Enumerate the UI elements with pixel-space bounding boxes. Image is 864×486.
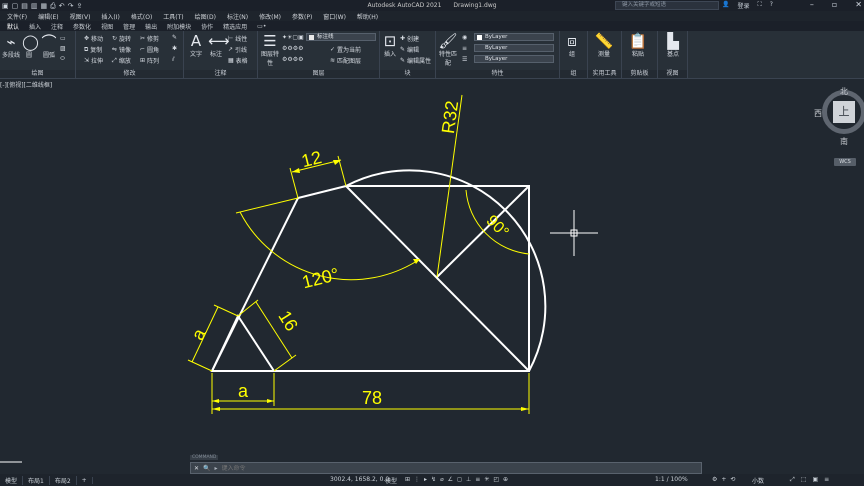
dim-text-16: 16 <box>274 307 302 335</box>
command-close-icon[interactable]: ✕ <box>194 465 199 472</box>
ext-line-120 <box>235 197 299 214</box>
arrow-78-left <box>212 407 220 411</box>
layout-tabs: 模型 布局1 布局2 + <box>0 474 93 486</box>
dim-text-r32: R32 <box>438 99 462 134</box>
dim-text-90: 90° <box>483 212 512 241</box>
ext-line-a-left-2 <box>213 304 239 317</box>
perpendicular-line <box>436 185 530 278</box>
autocad-window: ▣ ▢ ▤ ▥ ▦ ⎙ ↶ ↷ ⇪ Autodesk AutoCAD 2021 … <box>0 0 864 486</box>
layout-tab[interactable]: 布局1 <box>23 475 50 485</box>
command-input[interactable] <box>221 464 692 472</box>
dim-text-120: 120° <box>300 264 341 292</box>
ext-line-a-left-1 <box>187 359 213 372</box>
compass-west[interactable]: 西 <box>814 108 822 119</box>
arrow-a-left <box>212 399 219 403</box>
arrowheads <box>212 160 529 411</box>
command-search-icon[interactable]: 🔍 <box>203 465 210 472</box>
units-display[interactable]: 小数 <box>752 476 764 485</box>
workspace-icons[interactable]: ⚙+⟲ <box>712 476 739 483</box>
dimensions-layer <box>187 94 530 414</box>
command-prompt-icon[interactable]: ▸ <box>215 465 218 472</box>
arrow-a-right <box>267 399 274 403</box>
compass-south[interactable]: 南 <box>840 136 848 147</box>
geometry <box>210 169 547 372</box>
arrow-12-left <box>292 168 300 173</box>
annotation-scale[interactable]: 1:1 / 100% <box>655 476 688 483</box>
small-triangle <box>211 313 275 372</box>
dim-text-a-bottom: a <box>238 381 249 401</box>
dim-text-a-left: a <box>187 325 210 344</box>
command-line-label: COMMAND <box>190 455 219 460</box>
compass-north[interactable]: 北 <box>840 86 848 97</box>
ext-line-16-1 <box>237 299 259 317</box>
layout-tab[interactable]: 模型 <box>0 475 24 485</box>
crosshair-cursor <box>550 210 598 256</box>
dim-text-12: 12 <box>299 147 323 171</box>
ext-line-16-2 <box>273 354 297 372</box>
layout-tab[interactable]: + <box>77 476 93 484</box>
drafting-settings-icons[interactable]: ⊞⋮▸↯⌀∠◻⊥≡✳◰⊕ <box>405 476 512 483</box>
viewcube-top-face[interactable]: 上 <box>833 101 855 123</box>
viewcube[interactable]: 上 北 西 南 <box>814 86 864 152</box>
dimension-texts: 78 a a 16 12 R32 120° 90° <box>187 99 511 408</box>
dim-text-78: 78 <box>362 388 382 408</box>
wcs-menu[interactable]: WCS <box>834 158 856 166</box>
status-bar: 模型 布局1 布局2 + 3002.4, 1658.2, 0.0 模型 ⊞⋮▸↯⌀∠◻… <box>0 474 864 486</box>
drawing-canvas[interactable]: 78 a a 16 12 R32 120° 90° <box>0 0 864 486</box>
coordinates-readout[interactable]: 3002.4, 1658.2, 0.0 <box>330 476 389 483</box>
arrow-78-right <box>521 407 529 411</box>
customization-icons[interactable]: ⤢⬚▣≡ <box>790 476 835 484</box>
layout-tab[interactable]: 布局2 <box>50 475 77 485</box>
command-line: ✕ 🔍 ▸ <box>190 462 702 474</box>
model-space-button[interactable]: 模型 <box>385 476 397 485</box>
